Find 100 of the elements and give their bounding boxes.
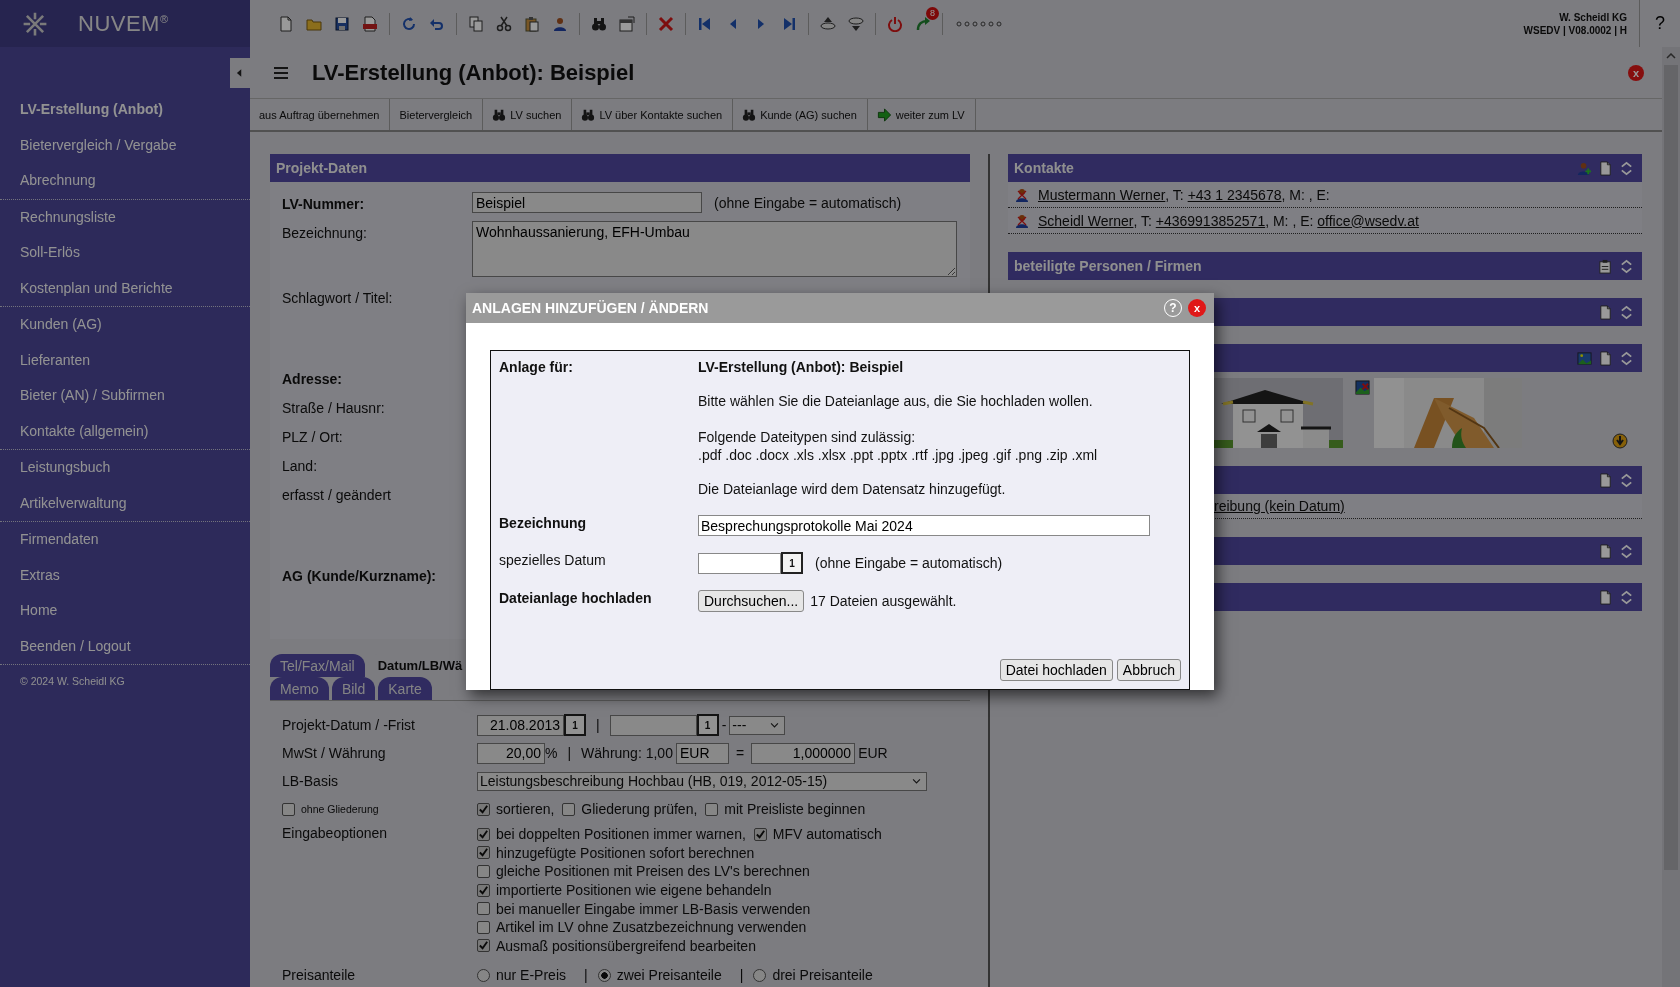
action-button[interactable]: Kunde (AG) suchen xyxy=(733,99,868,130)
calendar-button[interactable]: 1 xyxy=(564,714,586,736)
scroll-up-icon[interactable] xyxy=(1666,53,1676,59)
sidebar-collapse-button[interactable] xyxy=(230,58,250,88)
date-field[interactable] xyxy=(698,552,781,574)
new-document-icon[interactable] xyxy=(278,15,294,32)
sidebar-item[interactable]: Extras xyxy=(0,557,60,593)
expand-collapse-icon[interactable] xyxy=(1619,304,1634,320)
expand-collapse-icon[interactable] xyxy=(1619,472,1634,488)
expand-collapse-icon[interactable] xyxy=(1619,258,1634,274)
checkbox[interactable] xyxy=(477,902,490,916)
upload-icon[interactable] xyxy=(820,15,836,32)
window-icon[interactable] xyxy=(619,15,635,32)
power-icon[interactable] xyxy=(887,15,903,32)
download-icon[interactable] xyxy=(1612,433,1628,449)
sidebar-item[interactable]: Soll-Erlös xyxy=(0,235,80,271)
person-add-icon[interactable] xyxy=(1577,160,1592,176)
action-button[interactable]: LV suchen xyxy=(483,99,573,130)
first-icon[interactable] xyxy=(697,15,713,32)
text-area[interactable]: Wohnhaussanierung, EFH-Umbau xyxy=(472,221,957,277)
sidebar-item[interactable]: Beenden / Logout xyxy=(0,628,131,664)
expand-collapse-icon[interactable] xyxy=(1619,350,1634,366)
date-field[interactable] xyxy=(609,714,697,736)
document-icon[interactable] xyxy=(1598,472,1613,488)
close-button[interactable]: x xyxy=(1188,299,1206,317)
search-icon[interactable] xyxy=(591,15,607,32)
scrollbar[interactable] xyxy=(1662,47,1680,987)
close-button[interactable]: x xyxy=(1628,64,1644,81)
contact-link[interactable]: office@wsedv.at xyxy=(1317,212,1419,229)
tab[interactable]: Tel/Fax/Mail xyxy=(270,654,365,677)
calendar-button[interactable]: 1 xyxy=(696,714,719,736)
image-add-icon[interactable] xyxy=(1577,350,1592,366)
download-icon[interactable] xyxy=(848,15,864,32)
text-field[interactable]: Beispiel xyxy=(472,192,702,213)
dropdown[interactable]: Leistungsbeschreibung Hochbau (HB, 019, 2012-05-15) xyxy=(477,771,927,791)
sidebar-item[interactable]: Abrechnung xyxy=(0,163,96,199)
sidebar-item[interactable]: Artikelverwaltung xyxy=(0,485,127,521)
radio-button[interactable] xyxy=(597,968,611,982)
dialog-button[interactable]: Abbruch xyxy=(1116,659,1181,681)
sidebar-item[interactable]: Kontakte (allgemein) xyxy=(0,413,149,449)
factor-field[interactable]: 1,000000 xyxy=(751,742,856,764)
delete-icon[interactable] xyxy=(658,15,674,32)
tab[interactable]: Karte xyxy=(378,677,432,700)
contact-link[interactable]: Mustermann Werner xyxy=(1038,186,1166,203)
document-icon[interactable] xyxy=(1598,350,1613,366)
sidebar-item[interactable]: Leistungsbuch xyxy=(0,450,111,486)
menu-icon[interactable] xyxy=(272,64,290,81)
checkbox[interactable] xyxy=(705,802,719,816)
checkbox[interactable] xyxy=(477,846,490,860)
sidebar-item[interactable]: LV-Erstellung (Anbot) xyxy=(0,92,163,128)
checkbox[interactable] xyxy=(282,802,295,816)
checkbox[interactable] xyxy=(477,827,490,841)
person-icon[interactable] xyxy=(552,15,568,32)
refresh-icon[interactable] xyxy=(401,15,417,32)
sidebar-item[interactable]: Firmendaten xyxy=(0,522,99,558)
checkbox[interactable] xyxy=(477,865,490,878)
calendar-button[interactable]: 1 xyxy=(781,552,803,574)
checkbox[interactable] xyxy=(562,802,576,816)
action-button[interactable]: aus Auftrag übernehmen xyxy=(250,99,391,130)
browse-button[interactable]: Durchsuchen... xyxy=(698,590,805,612)
radio-button[interactable] xyxy=(477,968,490,982)
sidebar-item[interactable]: Bietervergleich / Vergabe xyxy=(0,127,177,163)
expand-collapse-icon[interactable] xyxy=(1619,160,1634,176)
action-button[interactable]: Bietervergleich xyxy=(390,99,484,130)
tab[interactable]: Memo xyxy=(270,677,329,700)
dialog-button[interactable]: Datei hochladen xyxy=(999,659,1113,681)
clipboard-icon[interactable] xyxy=(1598,258,1613,274)
checkbox[interactable] xyxy=(753,827,767,841)
document-icon[interactable] xyxy=(1598,304,1613,320)
contact-link[interactable]: Scheidl Werner xyxy=(1038,212,1134,229)
sidebar-item[interactable]: Bieter (AN) / Subfirmen xyxy=(0,378,165,414)
document-icon[interactable] xyxy=(1598,160,1613,176)
attachment-link[interactable]: reibung (kein Datum) xyxy=(1214,498,1345,514)
radio-button[interactable] xyxy=(753,968,767,982)
help-button[interactable]: ? xyxy=(1640,0,1680,47)
action-button[interactable]: weiter zum LV xyxy=(867,99,976,130)
dropdown[interactable]: --- xyxy=(729,715,786,735)
sidebar-item[interactable]: Rechnungsliste xyxy=(0,199,116,235)
rate-field[interactable]: 20,00 xyxy=(477,742,545,764)
document-icon[interactable] xyxy=(1598,589,1613,605)
last-icon[interactable] xyxy=(781,15,797,32)
name-field[interactable]: Besprechungsprotokolle Mai 2024 xyxy=(698,515,1150,536)
sidebar-item[interactable]: Lieferanten xyxy=(0,342,91,378)
checkbox[interactable] xyxy=(477,939,490,953)
tab[interactable]: Bild xyxy=(331,677,376,700)
sidebar-item[interactable]: Kunden (AG) xyxy=(0,307,102,343)
save-icon[interactable] xyxy=(334,15,350,32)
date-field[interactable]: 21.08.2013 xyxy=(477,714,564,736)
pdf-icon[interactable] xyxy=(362,15,378,32)
checkbox[interactable] xyxy=(477,802,490,816)
sidebar-item[interactable]: Home xyxy=(0,593,58,629)
cut-icon[interactable] xyxy=(496,15,512,32)
action-button[interactable]: LV über Kontakte suchen xyxy=(572,99,734,130)
copy-icon[interactable] xyxy=(468,15,484,32)
redo-icon[interactable] xyxy=(915,15,931,32)
paste-icon[interactable] xyxy=(524,15,540,32)
document-icon[interactable] xyxy=(1598,543,1613,559)
sidebar-item[interactable]: Kostenplan und Berichte xyxy=(0,270,173,306)
expand-collapse-icon[interactable] xyxy=(1619,589,1634,605)
checkbox[interactable] xyxy=(477,920,490,934)
